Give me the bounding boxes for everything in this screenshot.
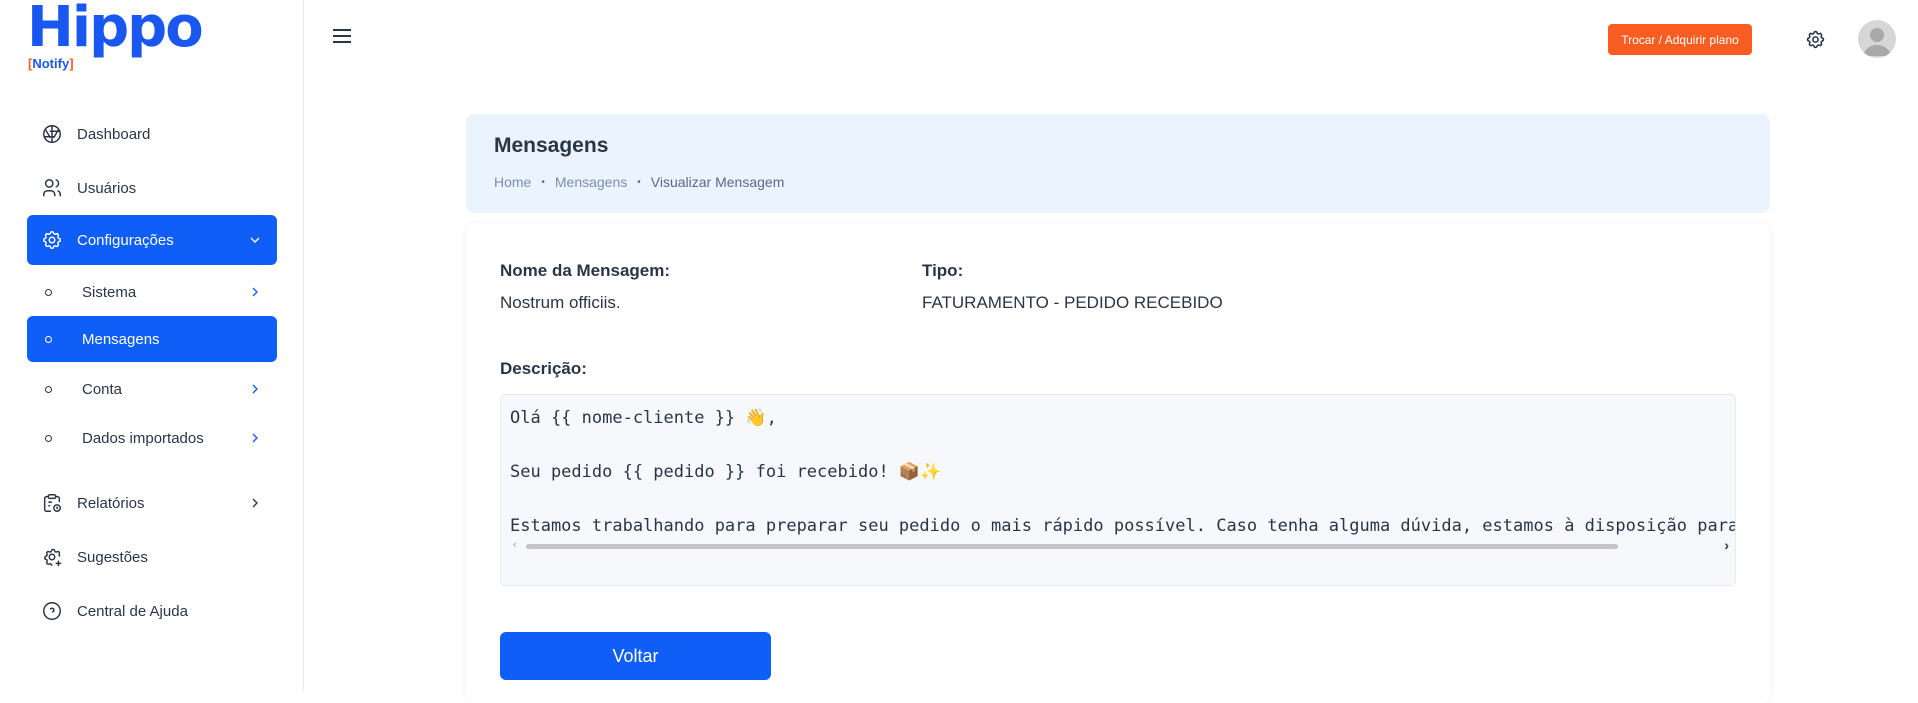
- users-icon: [27, 177, 77, 199]
- aperture-icon: [27, 123, 77, 145]
- bullet-icon: [45, 335, 52, 343]
- sidebar-subitem-mensagens[interactable]: Mensagens: [27, 316, 277, 362]
- bullet-icon: [45, 385, 52, 393]
- chevron-down-icon: [247, 232, 263, 253]
- description-label: Descrição:: [500, 359, 587, 378]
- description-line: Seu pedido {{ pedido }} foi recebido! 📦✨: [510, 462, 942, 482]
- help-circle-icon: [27, 600, 77, 622]
- sidebar-subitem-conta[interactable]: Conta: [27, 366, 277, 412]
- message-name-value: Nostrum officiis.: [500, 293, 621, 312]
- sidebar-item-sugestoes[interactable]: Sugestões: [27, 532, 277, 582]
- scroll-left-icon[interactable]: ‹: [513, 539, 517, 551]
- chevron-right-icon: [247, 381, 263, 402]
- breadcrumb-mensagens[interactable]: Mensagens: [555, 174, 627, 190]
- breadcrumb-home[interactable]: Home: [494, 174, 531, 190]
- sidebar-item-label: Configurações: [77, 231, 174, 249]
- hippo-notify-logo[interactable]: Hippo [Notify]: [27, 0, 207, 76]
- bullet-icon: [45, 434, 52, 442]
- sidebar-subitem-sistema[interactable]: Sistema: [27, 269, 277, 315]
- sidebar-item-dashboard[interactable]: Dashboard: [27, 109, 277, 159]
- logo-subtitle: [Notify]: [28, 56, 74, 71]
- horizontal-scrollbar[interactable]: ‹ ›: [510, 537, 1735, 553]
- message-type-label: Tipo:: [922, 261, 964, 280]
- settings-plus-icon: [27, 546, 77, 568]
- page-header: Mensagens Home • Mensagens • Visualizar …: [466, 114, 1770, 213]
- avatar[interactable]: [1858, 20, 1896, 58]
- message-type-value: FATURAMENTO - PEDIDO RECEBIDO: [922, 293, 1223, 312]
- settings-icon[interactable]: [1805, 29, 1826, 55]
- page-title: Mensagens: [494, 134, 609, 157]
- scrollbar-thumb[interactable]: [526, 544, 1618, 549]
- sidebar-subitem-dados-importados[interactable]: Dados importados: [27, 415, 277, 461]
- topbar: Trocar / Adquirir plano: [305, 0, 1918, 80]
- sidebar-item-label: Central de Ajuda: [77, 602, 188, 620]
- menu-icon[interactable]: [333, 28, 351, 49]
- breadcrumb-current: Visualizar Mensagem: [650, 174, 785, 190]
- breadcrumb: Home • Mensagens • Visualizar Mensagem: [494, 174, 784, 190]
- description-box[interactable]: Olá {{ nome-cliente }} 👋, Seu pedido {{ …: [500, 394, 1736, 586]
- scroll-right-icon[interactable]: ›: [1724, 537, 1729, 553]
- sidebar-item-label: Sugestões: [77, 548, 148, 566]
- sidebar-subitem-label: Conta: [82, 380, 123, 398]
- description-line: Olá {{ nome-cliente }} 👋,: [510, 408, 777, 428]
- sidebar-item-label: Relatórios: [77, 494, 145, 512]
- sidebar-subitem-label: Sistema: [82, 283, 137, 301]
- description-line: Estamos trabalhando para preparar seu pe…: [510, 516, 1736, 536]
- report-clock-icon: [27, 492, 77, 514]
- chevron-right-icon: [247, 430, 263, 451]
- sidebar-item-configuracoes[interactable]: Configurações: [27, 215, 277, 265]
- settings-icon: [27, 229, 77, 251]
- sidebar-item-central-de-ajuda[interactable]: Central de Ajuda: [27, 586, 277, 636]
- back-button[interactable]: Voltar: [500, 632, 771, 680]
- breadcrumb-separator: •: [541, 176, 545, 188]
- sidebar-item-usuarios[interactable]: Usuários: [27, 163, 277, 213]
- chevron-right-icon: [247, 284, 263, 305]
- sidebar-subitem-label: Mensagens: [82, 330, 160, 348]
- sidebar: Hippo [Notify] Dashboard Usuários Config…: [0, 0, 304, 691]
- logo-wordmark: Hippo: [27, 0, 204, 60]
- sidebar-item-relatorios[interactable]: Relatórios: [27, 478, 277, 528]
- change-plan-button[interactable]: Trocar / Adquirir plano: [1608, 24, 1752, 55]
- message-name-label: Nome da Mensagem:: [500, 261, 671, 280]
- message-details-card: Nome da Mensagem: Nostrum officiis. Tipo…: [466, 223, 1770, 703]
- chevron-right-icon: [247, 495, 263, 516]
- breadcrumb-separator: •: [637, 176, 641, 188]
- bullet-icon: [45, 288, 52, 296]
- sidebar-subitem-label: Dados importados: [82, 429, 204, 447]
- user-silhouette-icon: [1863, 28, 1891, 56]
- sidebar-item-label: Usuários: [77, 179, 137, 197]
- sidebar-item-label: Dashboard: [77, 125, 151, 143]
